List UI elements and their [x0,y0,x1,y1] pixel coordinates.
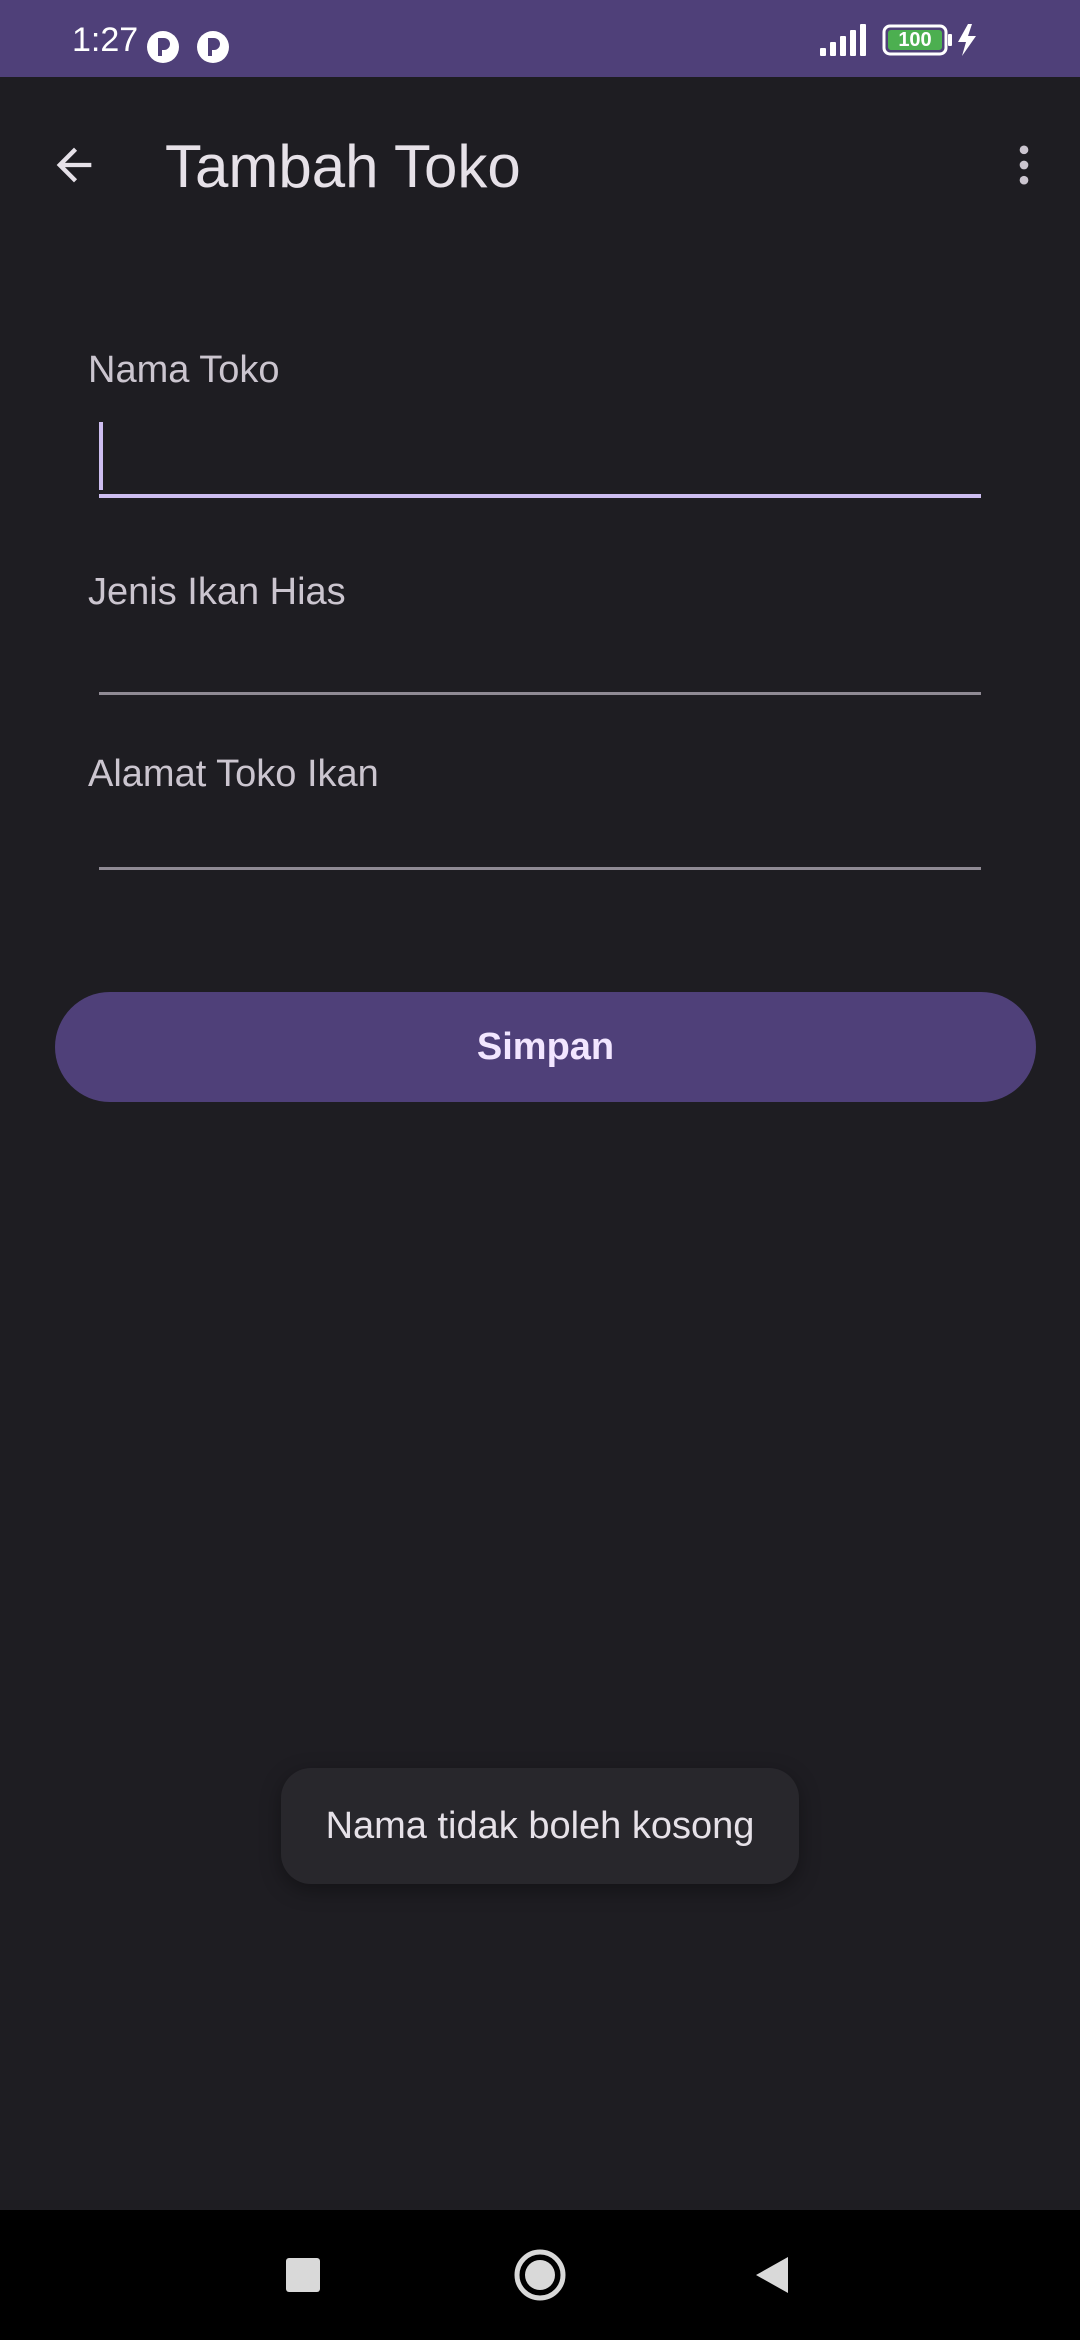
system-nav-bar [0,2210,1080,2340]
more-options-button[interactable] [986,127,1062,203]
field-underline [99,692,981,695]
back-triangle-icon [756,2257,788,2293]
status-icons: 100 [820,22,1040,58]
field-underline [99,867,981,870]
nav-back-button[interactable] [727,2230,817,2320]
field-label-jenis-ikan-hias: Jenis Ikan Hias [88,571,346,613]
screen: 1:27 100 Tambah Toko Nama Toko Jenis Ika… [0,0,1080,2340]
alamat-toko-ikan-input[interactable] [99,804,981,868]
field-underline-focused [99,494,981,498]
recents-square-icon [286,2258,320,2292]
arrow-back-icon [56,147,92,183]
page-title: Tambah Toko [165,133,521,200]
battery-level: 100 [898,29,932,51]
home-button[interactable] [495,2230,585,2320]
notification-app-icon [147,31,179,63]
toast-message: Nama tidak boleh kosong [281,1768,799,1884]
signal-icon [820,24,866,56]
more-vert-icon [1019,145,1029,185]
save-button[interactable]: Simpan [55,992,1036,1102]
back-button[interactable] [36,127,112,203]
charging-bolt-icon [958,24,976,56]
jenis-ikan-hias-input[interactable] [99,626,981,690]
nama-toko-input[interactable] [99,420,981,490]
status-bar: 1:27 100 [0,0,1080,77]
status-time: 1:27 [72,21,139,59]
home-circle-icon [514,2249,566,2301]
field-label-nama-toko: Nama Toko [88,349,280,391]
app-bar: Tambah Toko [0,77,1080,257]
recents-button[interactable] [258,2230,348,2320]
notification-app-icon [197,31,229,63]
field-label-alamat-toko-ikan: Alamat Toko Ikan [88,753,379,795]
